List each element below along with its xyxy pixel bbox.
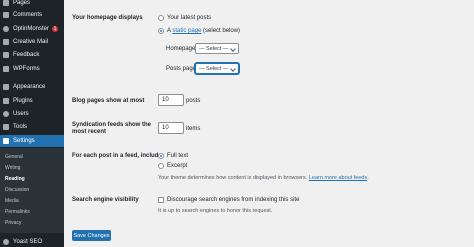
- syndication-label: Syndication feeds show the most recent: [72, 122, 152, 135]
- menu-item-settings[interactable]: Settings: [0, 135, 64, 147]
- radio-latest-posts[interactable]: [158, 15, 164, 21]
- notification-badge: 1: [52, 26, 59, 32]
- posts-per-page-input[interactable]: 10: [158, 94, 184, 106]
- items-unit: items: [186, 126, 201, 132]
- appearance-icon: [3, 84, 9, 90]
- radio-full-text[interactable]: [158, 153, 164, 159]
- menu-item-wpforms[interactable]: WPForms: [0, 64, 64, 74]
- posts-page-select-label: Posts page:: [166, 66, 198, 72]
- discourage-search-checkbox[interactable]: [158, 197, 164, 203]
- feed-description: Your theme determines how content is dis…: [158, 175, 369, 181]
- menu-item-plugins[interactable]: Plugins: [0, 96, 64, 106]
- tools-icon: [3, 124, 9, 130]
- menu-item-tools[interactable]: Tools: [0, 122, 64, 132]
- posts-page-select[interactable]: — Select —: [195, 63, 239, 74]
- menu-item-appearance[interactable]: Appearance: [0, 82, 64, 92]
- feed-include-label: For each post in a feed, include: [72, 153, 162, 159]
- blog-pages-label: Blog pages show at most: [72, 98, 145, 104]
- submenu-reading[interactable]: Reading: [5, 176, 25, 182]
- radio-latest-posts-label: Your latest posts: [167, 15, 212, 21]
- submenu-general[interactable]: General: [5, 154, 23, 160]
- admin-sidebar: Pages Comments OptinMonster 1 Creative Ma…: [0, 0, 64, 247]
- search-visibility-label: Search engine visibility: [72, 197, 139, 203]
- search-description: It is up to search engines to honor this…: [158, 208, 273, 214]
- discourage-search-label: Discourage search engines from indexing …: [167, 197, 300, 203]
- radio-static-page-label: A static page (select below): [167, 28, 241, 34]
- menu-item-feedback[interactable]: Feedback: [0, 50, 64, 60]
- menu-item-creative-mail[interactable]: Creative Mail: [0, 37, 64, 47]
- settings-submenu: General Writing Reading Discussion Media…: [0, 148, 64, 233]
- learn-more-feeds-link[interactable]: Learn more about feeds: [309, 175, 367, 181]
- feed-items-input[interactable]: 10: [158, 122, 184, 134]
- radio-static-page[interactable]: [158, 28, 164, 34]
- static-page-link[interactable]: static page: [172, 28, 201, 34]
- menu-item-users[interactable]: Users: [0, 109, 64, 119]
- chevron-down-icon: [230, 66, 236, 72]
- homepage-select-label: Homepage:: [166, 46, 198, 52]
- feedback-icon: [3, 52, 9, 58]
- optinmonster-icon: [3, 26, 9, 32]
- submenu-media[interactable]: Media: [5, 198, 19, 204]
- homepage-select[interactable]: — Select —: [195, 43, 239, 54]
- settings-icon: [3, 138, 9, 144]
- menu-item-optinmonster[interactable]: OptinMonster 1: [0, 24, 64, 34]
- homepage-displays-label: Your homepage displays: [72, 15, 143, 21]
- comments-icon: [3, 12, 9, 18]
- submenu-privacy[interactable]: Privacy: [5, 220, 21, 226]
- posts-unit: posts: [186, 98, 201, 104]
- menu-item-comments[interactable]: Comments: [0, 10, 64, 20]
- radio-excerpt-label: Excerpt: [167, 163, 188, 169]
- submenu-writing[interactable]: Writing: [5, 165, 20, 171]
- menu-item-yoast-seo[interactable]: Yoast SEO: [0, 237, 64, 247]
- wpforms-icon: [3, 66, 9, 72]
- menu-item-pages[interactable]: Pages: [0, 0, 64, 8]
- radio-full-text-label: Full text: [167, 153, 189, 159]
- save-changes-button[interactable]: Save Changes: [72, 230, 111, 241]
- radio-excerpt[interactable]: [158, 163, 164, 169]
- plugins-icon: [3, 98, 9, 104]
- pages-icon: [3, 0, 9, 6]
- creative-mail-icon: [3, 39, 9, 45]
- users-icon: [3, 111, 9, 117]
- submenu-discussion[interactable]: Discussion: [5, 187, 29, 193]
- chevron-down-icon: [230, 46, 236, 52]
- submenu-permalinks[interactable]: Permalinks: [5, 209, 30, 215]
- yoast-icon: [3, 239, 9, 245]
